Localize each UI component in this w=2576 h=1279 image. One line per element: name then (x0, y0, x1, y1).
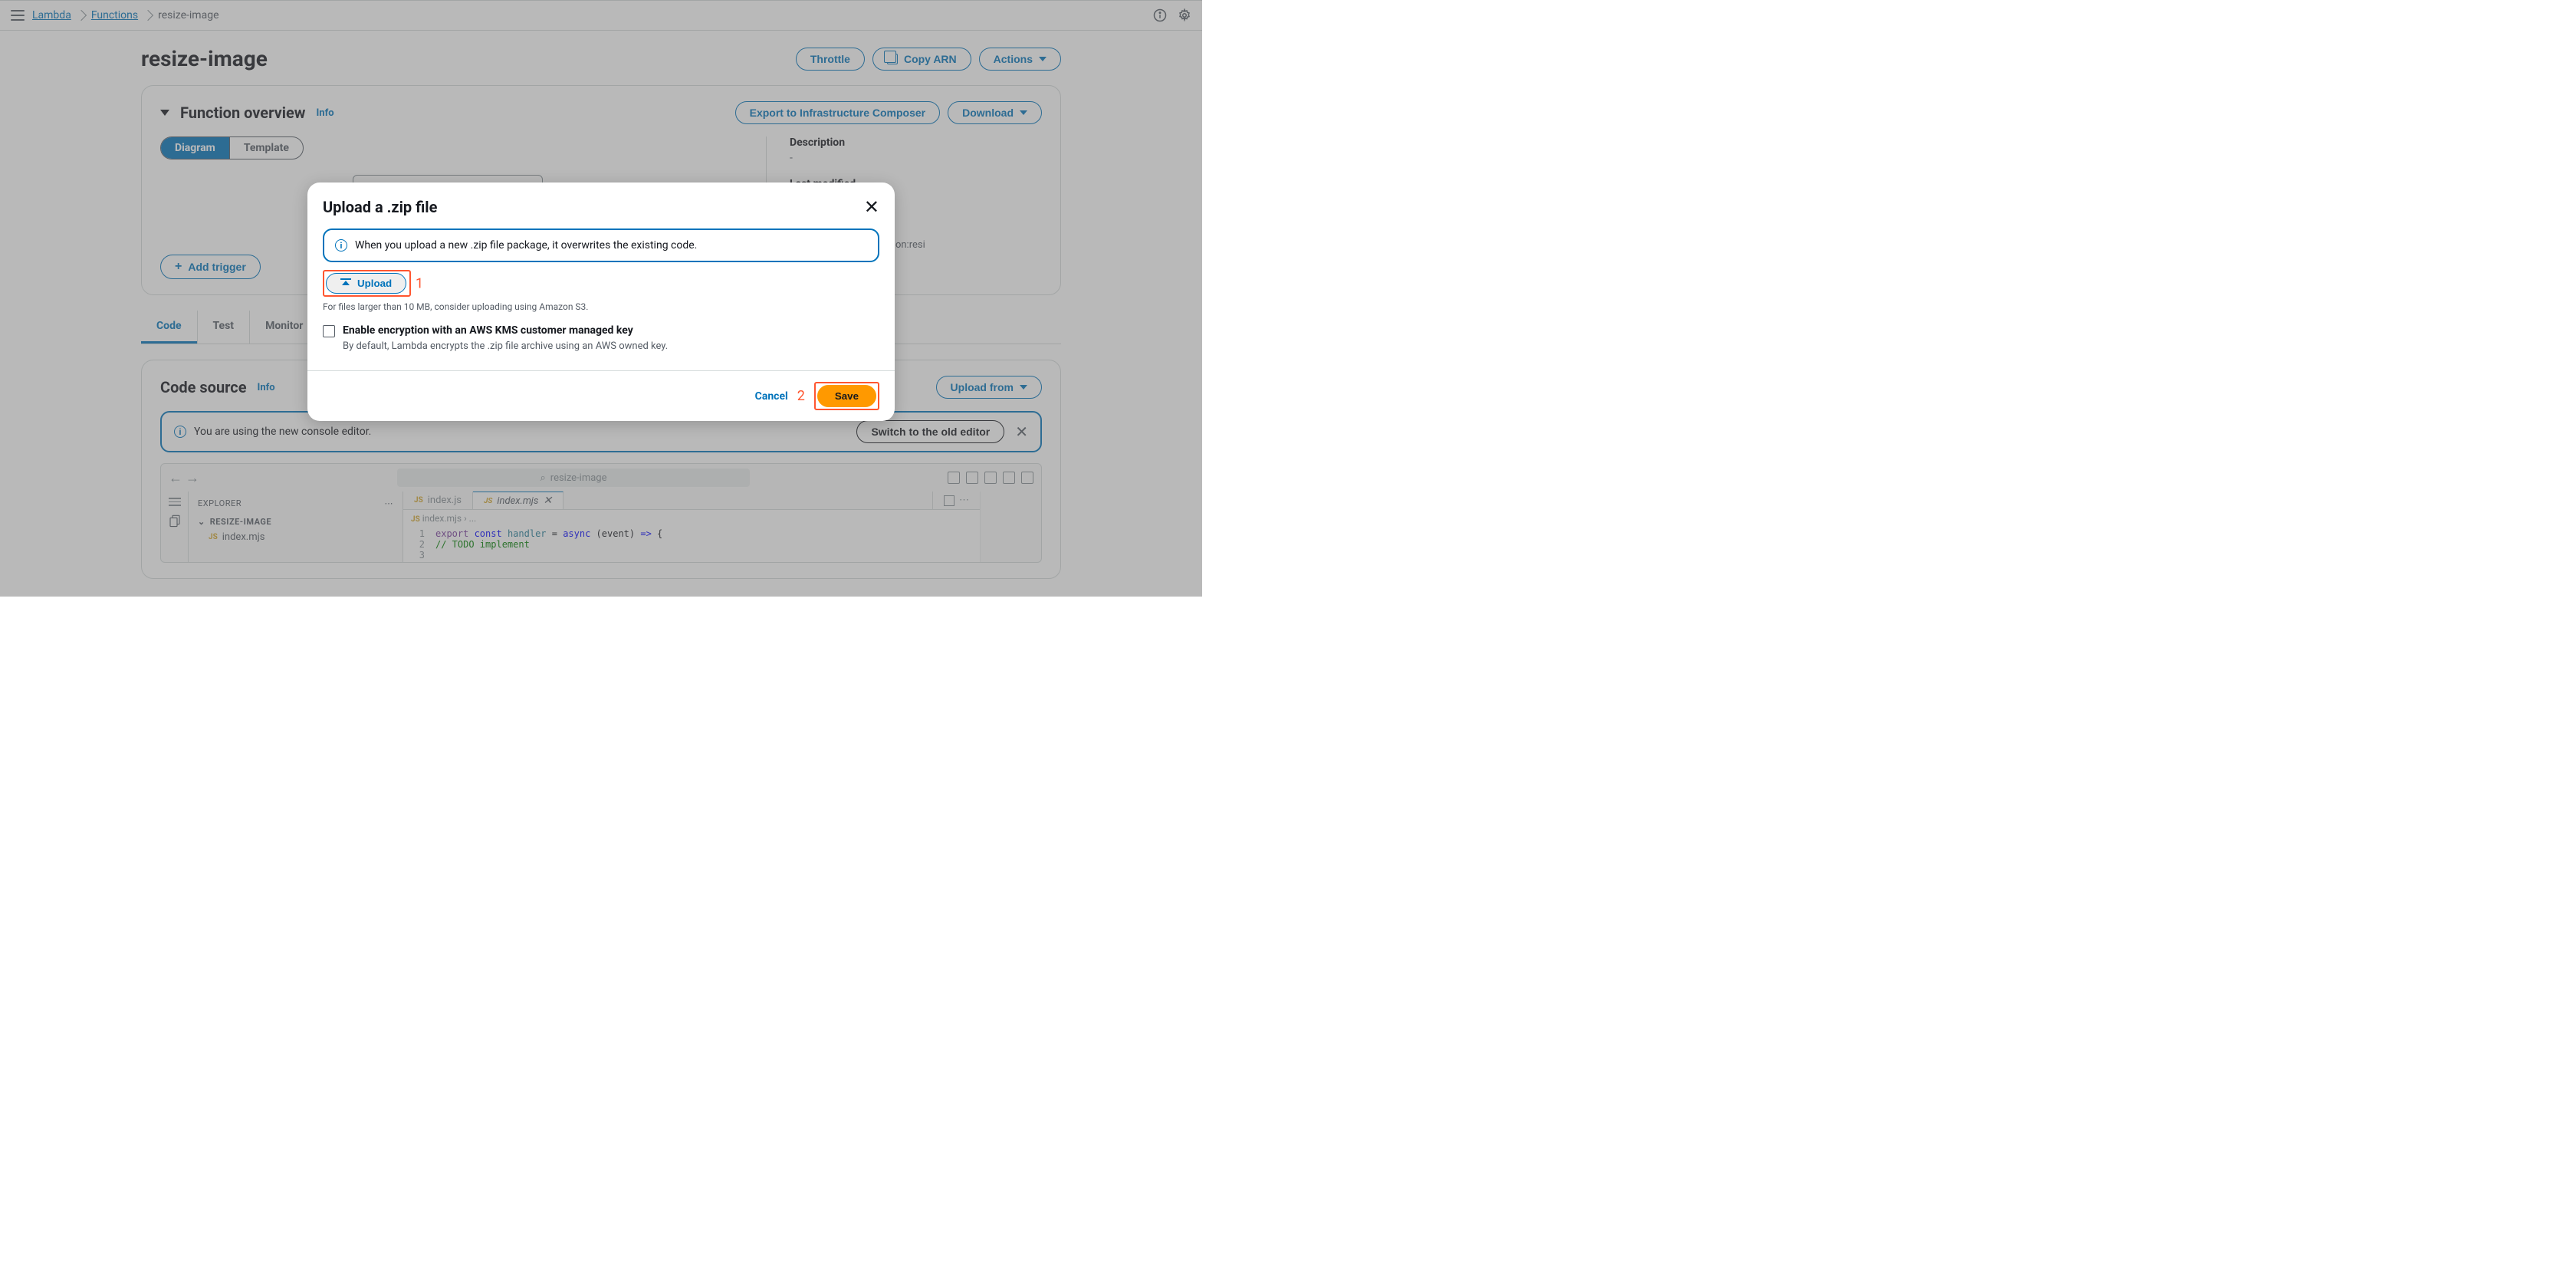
save-button[interactable]: Save (817, 385, 876, 407)
annotation-1: 1 (416, 275, 423, 291)
kms-checkbox[interactable] (323, 325, 335, 337)
upload-icon (340, 278, 351, 289)
kms-hint: By default, Lambda encrypts the .zip fil… (343, 340, 879, 352)
annotation-2: 2 (797, 388, 805, 404)
close-icon[interactable]: ✕ (864, 196, 879, 218)
modal-info-text: When you upload a new .zip file package,… (355, 239, 697, 252)
upload-hint: For files larger than 10 MB, consider up… (323, 301, 879, 312)
info-icon: i (335, 239, 347, 252)
modal-info-alert: i When you upload a new .zip file packag… (323, 229, 879, 262)
upload-button[interactable]: Upload (326, 273, 406, 294)
upload-zip-modal: Upload a .zip file ✕ i When you upload a… (307, 182, 895, 421)
modal-title: Upload a .zip file (323, 198, 437, 216)
kms-label: Enable encryption with an AWS KMS custom… (343, 324, 633, 337)
cancel-button[interactable]: Cancel (755, 390, 788, 403)
modal-backdrop: Upload a .zip file ✕ i When you upload a… (0, 0, 1202, 597)
